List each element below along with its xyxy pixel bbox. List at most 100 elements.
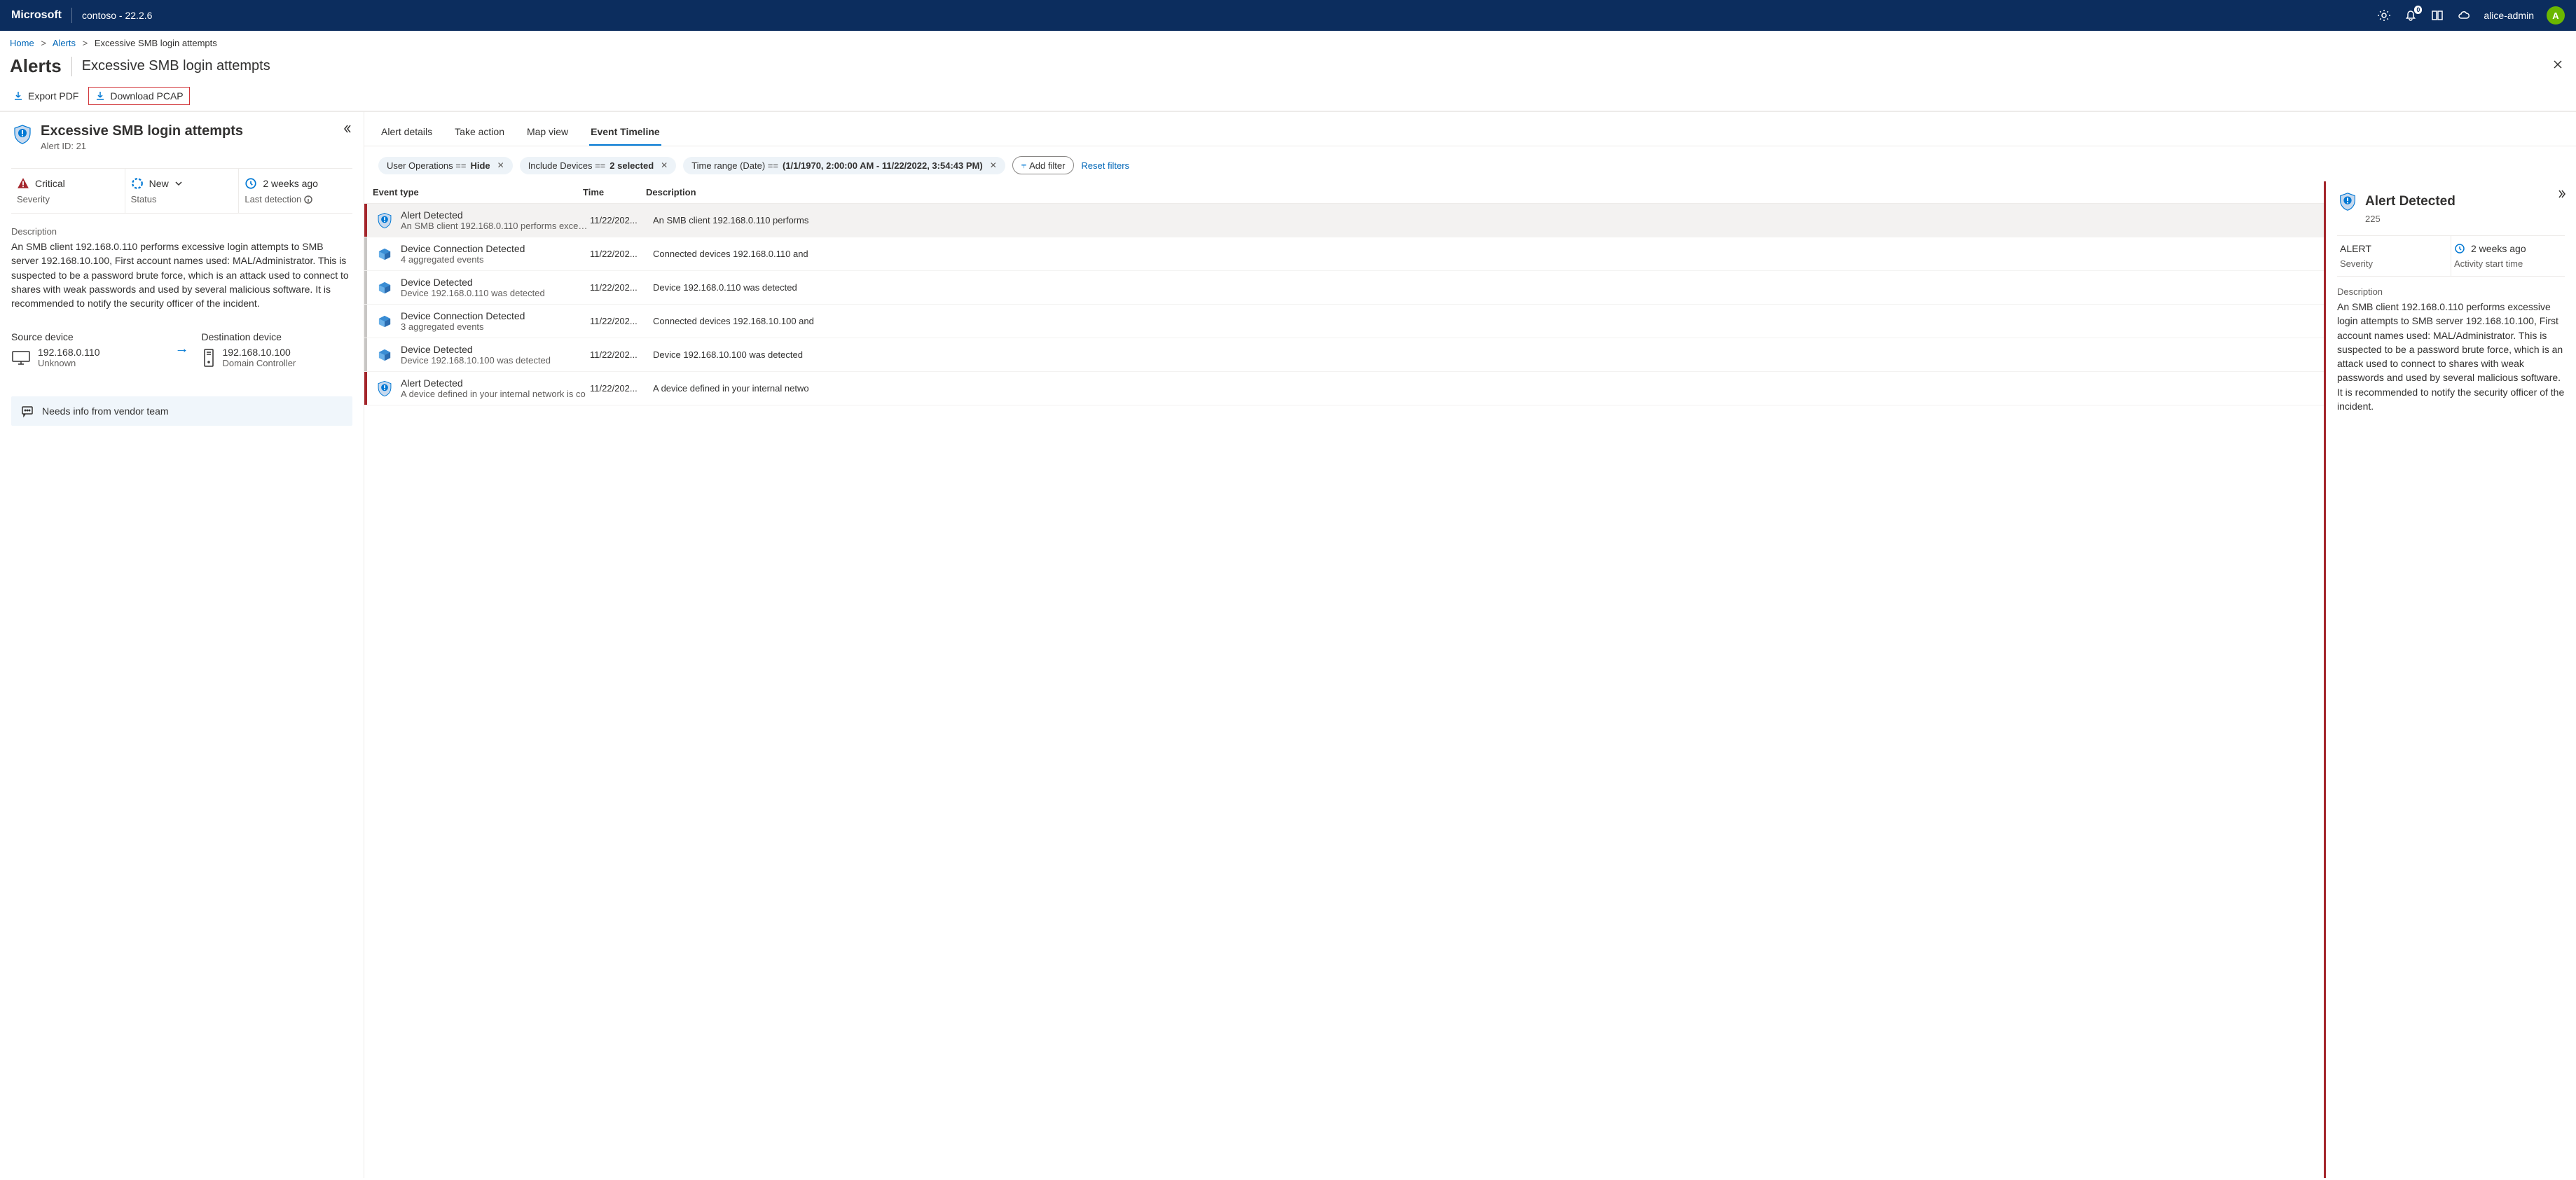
divider — [71, 8, 72, 23]
row-subtitle: An SMB client 192.168.0.110 performs exc… — [401, 221, 590, 231]
tab-take-action[interactable]: Take action — [453, 122, 506, 146]
header-event-type[interactable]: Event type — [373, 187, 583, 197]
environment-label: contoso - 22.2.6 — [82, 10, 152, 21]
remove-filter-icon[interactable]: ✕ — [661, 160, 668, 170]
detail-time-value: 2 weeks ago — [2471, 243, 2526, 254]
page-subtitle: Excessive SMB login attempts — [82, 58, 2549, 74]
detail-severity-label: Severity — [2340, 258, 2448, 269]
shield-icon — [2337, 191, 2358, 212]
breadcrumb: Home > Alerts > Excessive SMB login atte… — [0, 31, 2576, 53]
page-header: Alerts Excessive SMB login attempts — [0, 53, 2576, 81]
warning-icon — [17, 177, 29, 190]
shield-icon — [376, 380, 394, 398]
filter-pill[interactable]: Time range (Date) == (1/1/1970, 2:00:00 … — [683, 157, 1005, 174]
severity-label: Severity — [17, 194, 119, 204]
detail-description-text: An SMB client 192.168.0.110 performs exc… — [2337, 300, 2565, 413]
severity-value: Critical — [35, 178, 65, 189]
tab-event-timeline[interactable]: Event Timeline — [589, 122, 661, 146]
severity-bar — [364, 305, 367, 338]
chevron-down-icon[interactable] — [174, 179, 183, 188]
row-subtitle: 4 aggregated events — [401, 254, 590, 265]
top-navbar: Microsoft contoso - 22.2.6 0 alice-admin… — [0, 0, 2576, 31]
bell-icon[interactable]: 0 — [2404, 8, 2418, 22]
row-title: Alert Detected — [401, 377, 590, 389]
header-description[interactable]: Description — [646, 187, 2315, 197]
last-detection-label: Last detection — [244, 194, 301, 204]
row-description: An SMB client 192.168.0.110 performs — [653, 215, 2315, 225]
tab-alert-details[interactable]: Alert details — [380, 122, 434, 146]
brand-logo: Microsoft — [11, 9, 62, 22]
filter-pill[interactable]: User Operations == Hide✕ — [378, 157, 513, 174]
username: alice-admin — [2484, 10, 2534, 21]
arrow-right-icon: → — [170, 331, 195, 357]
alert-id: Alert ID: 21 — [41, 141, 243, 151]
row-title: Device Connection Detected — [401, 310, 590, 321]
severity-bar — [364, 271, 367, 304]
table-row[interactable]: Device Detected Device 192.168.10.100 wa… — [364, 338, 2324, 372]
remove-filter-icon[interactable]: ✕ — [497, 160, 504, 170]
collapse-icon[interactable] — [341, 123, 352, 137]
source-type: Unknown — [38, 358, 100, 368]
source-ip: 192.168.0.110 — [38, 347, 100, 358]
close-icon[interactable] — [2549, 56, 2566, 76]
detail-description-label: Description — [2337, 286, 2565, 297]
row-description: Connected devices 192.168.0.110 and — [653, 249, 2315, 259]
table-row[interactable]: Alert Detected A device defined in your … — [364, 372, 2324, 405]
table-row[interactable]: Device Detected Device 192.168.0.110 was… — [364, 271, 2324, 305]
tab-bar: Alert details Take action Map view Event… — [364, 112, 2576, 146]
cube-icon — [376, 279, 394, 297]
cube-icon — [376, 312, 394, 331]
row-title: Device Connection Detected — [401, 243, 590, 254]
table-row[interactable]: Alert Detected An SMB client 192.168.0.1… — [364, 204, 2324, 237]
row-time: 11/22/202... — [590, 349, 653, 360]
expand-icon[interactable] — [2558, 188, 2569, 202]
export-pdf-button[interactable]: Export PDF — [7, 88, 84, 104]
comment-note[interactable]: Needs info from vendor team — [11, 396, 352, 426]
remove-filter-icon[interactable]: ✕ — [990, 160, 997, 170]
row-time: 11/22/202... — [590, 215, 653, 225]
avatar[interactable]: A — [2547, 6, 2565, 25]
book-icon[interactable] — [2430, 8, 2444, 22]
monitor-icon — [11, 349, 31, 366]
row-subtitle: Device 192.168.10.100 was detected — [401, 355, 590, 366]
header-time[interactable]: Time — [583, 187, 646, 197]
tab-map-view[interactable]: Map view — [525, 122, 570, 146]
row-subtitle: 3 aggregated events — [401, 321, 590, 332]
breadcrumb-current: Excessive SMB login attempts — [95, 38, 217, 48]
row-description: A device defined in your internal netwo — [653, 383, 2315, 394]
row-time: 11/22/202... — [590, 282, 653, 293]
cloud-icon[interactable] — [2457, 8, 2471, 22]
detail-severity-value: ALERT — [2340, 243, 2448, 254]
dest-device-label: Destination device — [202, 331, 353, 342]
new-status-icon — [131, 177, 144, 190]
description-label: Description — [11, 226, 352, 237]
row-subtitle: Device 192.168.0.110 was detected — [401, 288, 590, 298]
row-title: Device Detected — [401, 344, 590, 355]
filter-bar: User Operations == Hide✕ Include Devices … — [364, 146, 2576, 181]
notification-badge: 0 — [2414, 6, 2422, 14]
table-row[interactable]: Device Connection Detected 4 aggregated … — [364, 237, 2324, 271]
alert-title: Excessive SMB login attempts — [41, 123, 243, 139]
gear-icon[interactable] — [2377, 8, 2391, 22]
reset-filters-link[interactable]: Reset filters — [1081, 160, 1129, 171]
breadcrumb-home[interactable]: Home — [10, 38, 34, 48]
breadcrumb-alerts[interactable]: Alerts — [53, 38, 76, 48]
event-detail-panel: Alert Detected 225 ALERT Severity 2 week… — [2324, 181, 2576, 1178]
status-value: New — [149, 178, 169, 189]
add-filter-button[interactable]: ⫧ Add filter — [1012, 156, 1075, 174]
download-pcap-button[interactable]: Download PCAP — [88, 87, 189, 105]
detail-title: Alert Detected — [2365, 194, 2456, 209]
alert-summary-panel: Excessive SMB login attempts Alert ID: 2… — [0, 112, 364, 1178]
dest-type: Domain Controller — [223, 358, 296, 368]
row-time: 11/22/202... — [590, 383, 653, 394]
info-icon[interactable] — [304, 195, 312, 204]
row-time: 11/22/202... — [590, 316, 653, 326]
source-device-label: Source device — [11, 331, 163, 342]
note-text: Needs info from vendor team — [42, 405, 169, 417]
status-label: Status — [131, 194, 233, 204]
table-row[interactable]: Device Connection Detected 3 aggregated … — [364, 305, 2324, 338]
filter-pill[interactable]: Include Devices == 2 selected✕ — [520, 157, 677, 174]
last-detection-value: 2 weeks ago — [263, 178, 318, 189]
cube-icon — [376, 346, 394, 364]
command-bar: Export PDF Download PCAP — [0, 81, 2576, 111]
